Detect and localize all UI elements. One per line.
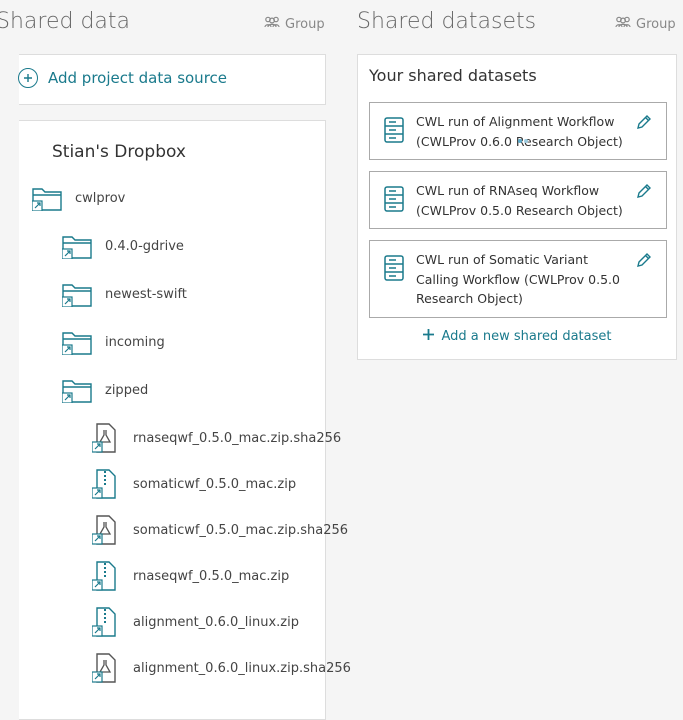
tree-item[interactable]: somaticwf_0.5.0_mac.zip	[89, 469, 297, 499]
tree-item-label: incoming	[105, 334, 165, 350]
add-project-data-source-button[interactable]: Add project data source	[18, 68, 228, 88]
flask-file-link-icon	[89, 423, 121, 453]
tree-item[interactable]: somaticwf_0.5.0_mac.zip.sha256	[89, 515, 349, 545]
dataset-card-alignment[interactable]: CWL run of Alignment Workflow (CWLProv 0…	[369, 102, 667, 160]
tree-item-label: rnaseqwf_0.5.0_mac.zip	[133, 568, 290, 584]
add-shared-dataset-button[interactable]: Add a new shared dataset	[358, 329, 676, 344]
group-label: Group	[636, 16, 676, 32]
tree-item[interactable]: 0.4.0-gdrive	[61, 232, 184, 260]
plus-circle-icon	[18, 68, 38, 88]
tree-item[interactable]: incoming	[61, 328, 165, 356]
folder-link-icon	[61, 376, 93, 404]
add-source-panel: Add project data source	[18, 54, 326, 105]
group-icon	[264, 16, 280, 32]
tree-item-label: somaticwf_0.5.0_mac.zip.sha256	[133, 522, 349, 538]
shared-datasets-panel: Your shared datasets CWL run of Alignmen…	[357, 54, 677, 360]
shared-datasets-title: Shared datasets	[357, 9, 537, 34]
zip-file-link-icon	[89, 607, 121, 637]
pencil-icon[interactable]	[636, 114, 652, 134]
group-link-right[interactable]: Group	[615, 16, 676, 32]
dataset-card-rnaseq[interactable]: CWL run of RNAseq Workflow (CWLProv 0.5.…	[369, 171, 667, 229]
flask-file-link-icon	[89, 653, 121, 683]
tree-item-label: 0.4.0-gdrive	[105, 238, 184, 254]
pencil-icon[interactable]	[636, 252, 652, 272]
tree-item[interactable]: rnaseqwf_0.5.0_mac.zip.sha256	[89, 423, 342, 453]
folder-link-icon	[61, 232, 93, 260]
tree-item-label: alignment_0.6.0_linux.zip.sha256	[133, 660, 351, 676]
database-icon	[384, 117, 404, 147]
tree-item-label: rnaseqwf_0.5.0_mac.zip.sha256	[133, 430, 342, 446]
add-source-label: Add project data source	[48, 69, 228, 87]
tree-item[interactable]: alignment_0.6.0_linux.zip	[89, 607, 299, 637]
add-dataset-label: Add a new shared dataset	[441, 329, 612, 344]
plus-icon	[422, 329, 434, 344]
tree-item-label: newest-swift	[105, 286, 187, 302]
tree-item-label: zipped	[105, 382, 149, 398]
folder-link-icon	[31, 184, 63, 212]
dropbox-title: Stian's Dropbox	[52, 142, 186, 162]
shared-data-title: Shared data	[0, 9, 130, 34]
folder-link-icon	[61, 280, 93, 308]
group-link-left[interactable]: Group	[264, 16, 325, 32]
pencil-icon[interactable]	[636, 183, 652, 203]
dataset-card-somatic[interactable]: CWL run of Somatic Variant Calling Workf…	[369, 240, 667, 318]
tree-item[interactable]: zipped	[61, 376, 148, 404]
group-icon	[615, 16, 631, 32]
dataset-title: CWL run of Somatic Variant Calling Workf…	[416, 252, 620, 306]
database-icon	[384, 255, 404, 285]
dataset-title: CWL run of Alignment Workflow (CWLProv 0…	[416, 114, 623, 149]
tree-item[interactable]: newest-swift	[61, 280, 187, 308]
tree-item[interactable]: alignment_0.6.0_linux.zip.sha256	[89, 653, 351, 683]
tree-item-label: alignment_0.6.0_linux.zip	[133, 614, 299, 630]
your-shared-datasets-heading: Your shared datasets	[369, 66, 537, 85]
zip-file-link-icon	[89, 469, 121, 499]
dataset-title: CWL run of RNAseq Workflow (CWLProv 0.5.…	[416, 183, 623, 218]
database-icon	[384, 186, 404, 216]
folder-link-icon	[61, 328, 93, 356]
tree-item[interactable]: cwlprov	[31, 184, 125, 212]
tree-item[interactable]: rnaseqwf_0.5.0_mac.zip	[89, 561, 290, 591]
tree-item-label: somaticwf_0.5.0_mac.zip	[133, 476, 297, 492]
flask-file-link-icon	[89, 515, 121, 545]
zip-file-link-icon	[89, 561, 121, 591]
dropbox-panel: Stian's Dropbox cwlprov 0.4.0-gdrive newes…	[19, 120, 351, 720]
group-label: Group	[285, 16, 325, 32]
tree-item-label: cwlprov	[75, 190, 126, 206]
loading-indicator	[518, 139, 528, 143]
